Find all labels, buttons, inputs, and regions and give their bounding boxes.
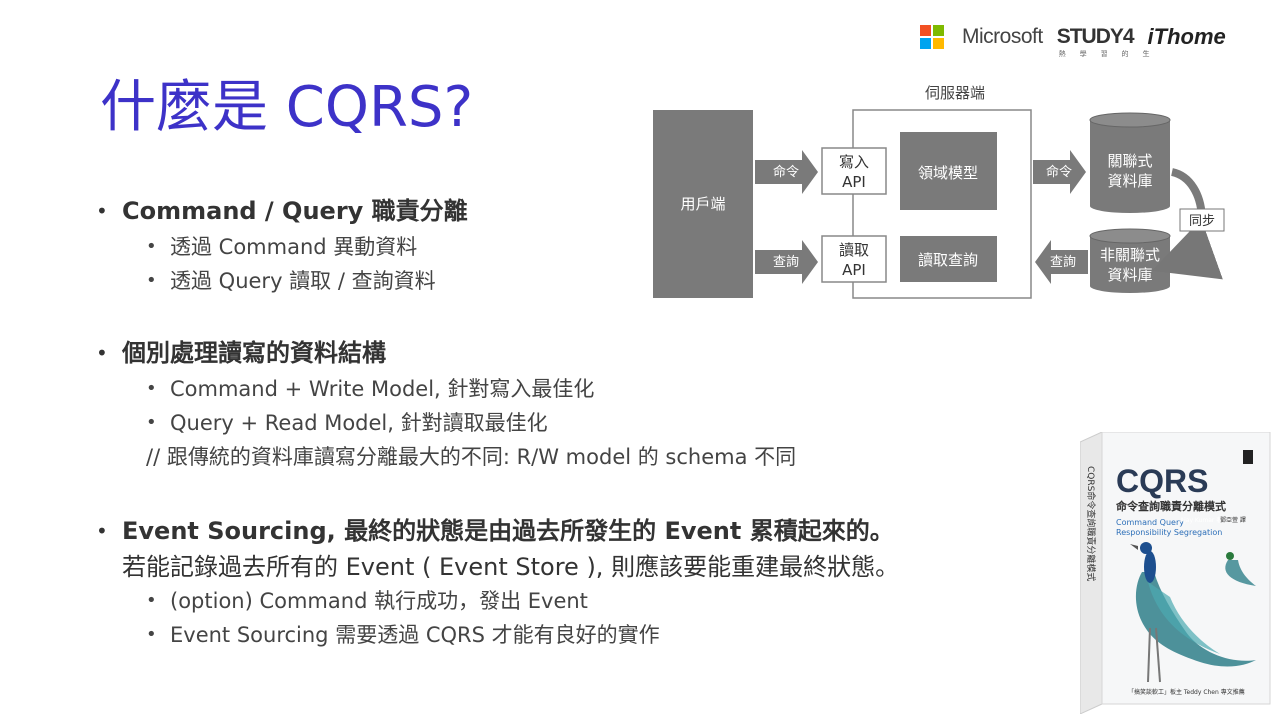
sync-label: 同步: [1189, 214, 1215, 229]
book-title: CQRS: [1116, 463, 1208, 499]
microsoft-logo-icon: [920, 25, 944, 49]
bullet-continuation: 若能記錄過去所有的 Event ( Event Store ), 則應該要能重建…: [122, 553, 900, 581]
client-label: 用戶端: [680, 195, 725, 213]
slide-title: 什麼是 CQRS?: [100, 75, 474, 140]
sub-bullet: Event Sourcing 需要透過 CQRS 才能有良好的實作: [96, 618, 976, 652]
rel-db-label-2: 資料庫: [1107, 172, 1152, 190]
command-label: 命令: [773, 164, 799, 180]
sponsor-logos: Microsoft STUDY4 熱 學 習 的 生 iThome: [920, 22, 1226, 58]
ithome-logo: iThome: [1147, 24, 1226, 49]
read-query-label: 讀取查詢: [918, 251, 978, 269]
read-api-label-2: API: [842, 261, 866, 279]
nonrel-db-label-2: 資料庫: [1107, 266, 1152, 284]
nonrel-db-label-1: 非關聯式: [1100, 246, 1160, 264]
cqrs-book-cover: CQRS命令查詢職責分離模式 CQRS 命令查詢職責分離模式 Command Q…: [1079, 431, 1272, 715]
query-label: 查詢: [773, 254, 799, 270]
sub-bullet: (option) Command 執行成功，發出 Event: [96, 584, 976, 618]
bullet-event-sourcing: Event Sourcing, 最終的狀態是由過去所發生的 Event 累積起來…: [96, 512, 976, 550]
domain-model-label: 領域模型: [918, 164, 978, 182]
rel-db-label-1: 關聯式: [1107, 152, 1152, 170]
book-translator: 鄧亞萱 譯: [1220, 516, 1246, 524]
book-subtitle-en-2: Responsibility Segregation: [1116, 528, 1222, 537]
bullet-data-structure: 個別處理讀寫的資料結構: [96, 334, 976, 372]
book-subtitle-en-1: Command Query: [1116, 518, 1184, 527]
book-subtitle-zh: 命令查詢職責分離模式: [1115, 499, 1226, 513]
server-label: 伺服器端: [925, 84, 985, 102]
write-api-label-1: 寫入: [839, 153, 869, 171]
sub-bullet: Query + Read Model, 針對讀取最佳化: [96, 406, 976, 440]
command-label-db: 命令: [1046, 164, 1072, 180]
book-spine-text: CQRS命令查詢職責分離模式: [1085, 466, 1097, 581]
book-author: Ajay Kumar 著: [1180, 516, 1222, 524]
query-label-db: 查詢: [1050, 254, 1076, 270]
study4-logo: STUDY4 熱 學 習 的 生: [1056, 25, 1156, 58]
cqrs-architecture-diagram: 伺服器端 用戶端 命令 查詢 寫入 API 讀取 API 領域模型 讀取查詢 命…: [650, 80, 1240, 310]
microsoft-logo-text: Microsoft: [962, 25, 1043, 48]
write-api-label-2: API: [842, 173, 866, 191]
sub-bullet: Command + Write Model, 針對寫入最佳化: [96, 372, 976, 406]
read-api-label-1: 讀取: [839, 241, 869, 259]
book-footer: 「搞笑談軟工」板主 Teddy Chen 專文推薦: [1128, 688, 1245, 696]
note-comment: // 跟傳統的資料庫讀寫分離最大的不同: R/W model 的 schema …: [146, 445, 797, 469]
